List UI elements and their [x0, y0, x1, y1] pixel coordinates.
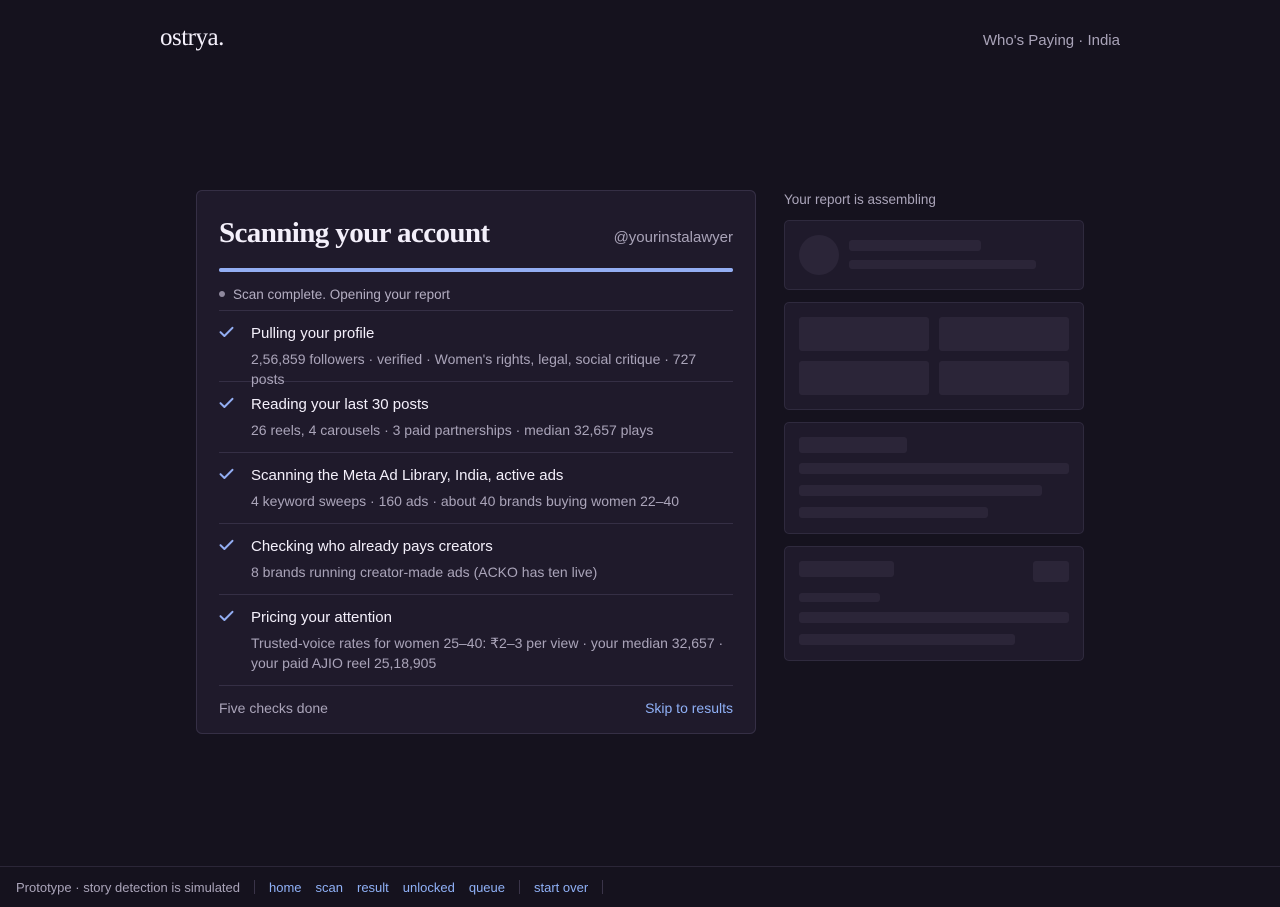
step-title: Pricing your attention [251, 609, 392, 626]
scan-card-header: Scanning your account @yourinstalawyer [219, 217, 733, 250]
step-title: Reading your last 30 posts [251, 396, 429, 413]
divider [519, 880, 520, 894]
skeleton-tile [939, 317, 1069, 351]
account-handle: @yourinstalawyer [613, 229, 733, 246]
footer-link-home[interactable]: home [269, 880, 302, 895]
step-detail: 4 keyword sweeps · 160 ads · about 40 br… [251, 493, 680, 509]
check-icon [219, 538, 251, 582]
status-dot-icon [219, 291, 225, 297]
step-detail: 2,56,859 followers · verified · Women's … [251, 351, 697, 387]
step-title: Pulling your profile [251, 325, 375, 342]
skeleton-line [799, 634, 1015, 645]
footer-link-unlocked[interactable]: unlocked [403, 880, 455, 895]
step-title: Checking who already pays creators [251, 538, 493, 555]
footer-link-scan[interactable]: scan [316, 880, 343, 895]
scan-card: Scanning your account @yourinstalawyer S… [196, 190, 756, 734]
skeleton-list-card [784, 422, 1084, 534]
step-detail: 8 brands running creator-made ads (ACKO … [251, 564, 598, 580]
step-row: Reading your last 30 posts 26 reels, 4 c… [219, 382, 733, 452]
progress-bar [219, 268, 733, 272]
check-icon [219, 609, 251, 673]
step-detail: 26 reels, 4 carousels · 3 paid partnersh… [251, 422, 654, 438]
check-icon [219, 396, 251, 440]
skeleton-heading [799, 561, 894, 577]
skeleton-tile [799, 361, 929, 395]
skeleton-avatar [799, 235, 839, 275]
skeleton-profile-card [784, 220, 1084, 290]
skeleton-line [799, 507, 988, 518]
progress-fill [219, 268, 733, 272]
report-assembling-label: Your report is assembling [784, 192, 936, 207]
step-row: Pricing your attention Trusted-voice rat… [219, 595, 733, 685]
page-title: Scanning your account [219, 217, 490, 249]
scan-card-footer: Five checks done Skip to results [219, 686, 733, 730]
step-detail: Trusted-voice rates for women 25–40: ₹2–… [251, 635, 724, 671]
skeleton-line [799, 612, 1069, 623]
checks-done-text: Five checks done [219, 700, 328, 716]
prototype-note: Prototype · story detection is simulated [16, 879, 240, 895]
skeleton-line [849, 260, 1036, 269]
prototype-footer: Prototype · story detection is simulated… [0, 866, 1280, 907]
skip-to-results-link[interactable]: Skip to results [645, 700, 733, 716]
step-row: Pulling your profile 2,56,859 followers … [219, 311, 733, 387]
skeleton-stats-card [784, 302, 1084, 410]
divider [602, 880, 604, 894]
top-nav-label: Who's Paying · India [982, 32, 1120, 49]
skeleton-heading [799, 437, 907, 453]
scan-steps: Pulling your profile 2,56,859 followers … [219, 310, 733, 686]
skeleton-pricing-card [784, 546, 1084, 661]
page: ostrya. Who's Paying · India Scanning yo… [0, 0, 1280, 907]
scan-status: Scan complete. Opening your report [219, 286, 733, 302]
check-icon [219, 467, 251, 511]
check-icon [219, 325, 251, 389]
skeleton-badge [1033, 561, 1069, 582]
skeleton-line [799, 463, 1069, 474]
scan-status-text: Scan complete. Opening your report [233, 286, 450, 302]
logo[interactable]: ostrya. [160, 24, 224, 52]
skeleton-tile [799, 317, 929, 351]
skeleton-line [799, 485, 1042, 496]
step-row: Checking who already pays creators 8 bra… [219, 524, 733, 594]
skeleton-line [849, 240, 981, 251]
footer-link-result[interactable]: result [357, 880, 389, 895]
divider [254, 880, 255, 894]
step-row: Scanning the Meta Ad Library, India, act… [219, 453, 733, 523]
footer-link-queue[interactable]: queue [469, 880, 505, 895]
skeleton-tile [939, 361, 1069, 395]
start-over-link[interactable]: start over [534, 880, 588, 895]
skeleton-line [799, 593, 880, 602]
step-title: Scanning the Meta Ad Library, India, act… [251, 467, 564, 484]
